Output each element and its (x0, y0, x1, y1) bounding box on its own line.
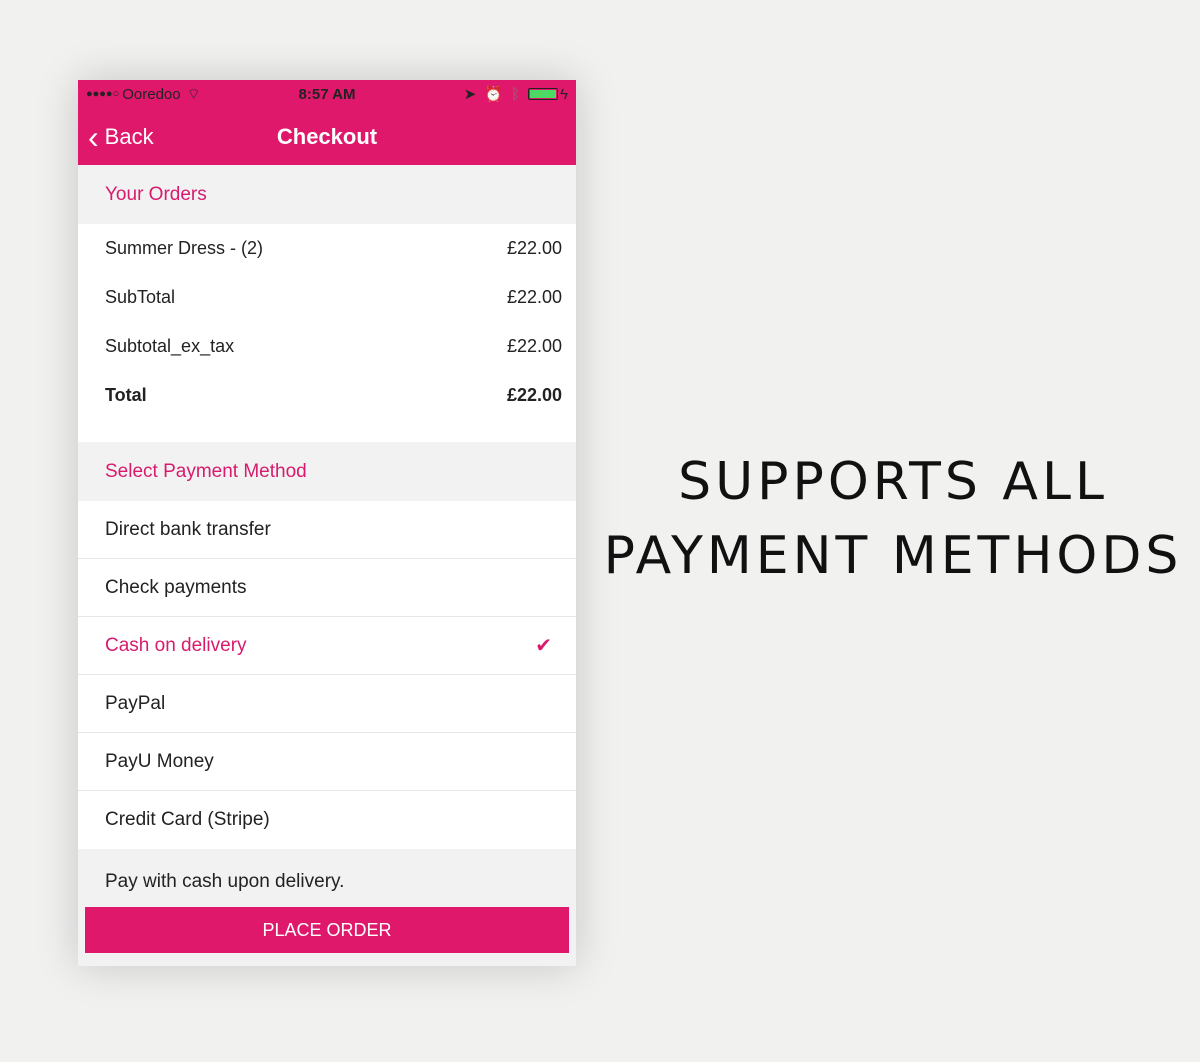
carrier: Ooredoo (122, 85, 181, 103)
bluetooth-icon: ᛒ (511, 85, 521, 103)
checkmark-icon: ✔ (535, 635, 552, 657)
order-row: Subtotal_ex_tax £22.00 (78, 322, 576, 371)
row-value: £22.00 (506, 336, 562, 356)
payment-option-bank-transfer[interactable]: Direct bank transfer (78, 501, 576, 559)
payment-methods: Direct bank transfer Check payments Cash… (78, 501, 576, 849)
tagline-line1: SUPPORTS ALL (678, 452, 1108, 512)
payment-option-stripe[interactable]: Credit Card (Stripe) (78, 791, 576, 849)
chevron-left-icon: ‹ (88, 118, 99, 155)
place-order-button[interactable]: PLACE ORDER (85, 907, 569, 953)
payment-option-cod[interactable]: Cash on delivery ✔ (78, 617, 576, 675)
option-label: Cash on delivery (105, 634, 247, 656)
row-label: SubTotal (105, 287, 176, 307)
charging-icon: ϟ (560, 85, 568, 103)
option-label: Credit Card (Stripe) (105, 809, 270, 830)
payment-header: Select Payment Method (78, 442, 576, 501)
payment-option-paypal[interactable]: PayPal (78, 675, 576, 733)
status-bar: ●●●●○ Ooredoo ⌔ 8:57 AM ➤ ⏰ ᛒ ϟ (78, 80, 576, 108)
orders-header: Your Orders (78, 165, 576, 224)
row-value: £22.00 (506, 238, 562, 258)
back-label: Back (104, 123, 154, 149)
signal-icon: ●●●●○ (86, 88, 120, 100)
alarm-icon: ⏰ (484, 86, 504, 103)
row-label: Total (105, 385, 147, 405)
location-icon: ➤ (463, 86, 477, 103)
option-label: PayPal (105, 692, 166, 714)
battery-icon (528, 88, 559, 100)
option-label: Check payments (105, 576, 247, 598)
wifi-icon: ⌔ (186, 85, 201, 103)
payment-description: Pay with cash upon delivery. (105, 871, 345, 892)
row-value: £22.00 (506, 287, 562, 307)
option-label: Direct bank transfer (105, 518, 271, 540)
nav-bar: ‹ Back Checkout (78, 108, 576, 165)
orders-list: Summer Dress - (2) £22.00 SubTotal £22.00 … (78, 224, 576, 442)
payment-option-check[interactable]: Check payments (78, 559, 576, 617)
row-value: £22.00 (506, 385, 562, 405)
payment-option-payu[interactable]: PayU Money (78, 733, 576, 791)
row-label: Summer Dress - (2) (105, 238, 264, 258)
order-row: Summer Dress - (2) £22.00 (78, 224, 576, 273)
tagline-line2: PAYMENT METHODS (603, 526, 1183, 586)
total-row: Total £22.00 (78, 371, 576, 420)
option-label: PayU Money (105, 750, 214, 772)
phone-screen: ●●●●○ Ooredoo ⌔ 8:57 AM ➤ ⏰ ᛒ ϟ ‹ Back Ch… (78, 80, 576, 966)
order-row: SubTotal £22.00 (78, 273, 576, 322)
back-button[interactable]: ‹ Back (78, 121, 154, 153)
row-label: Subtotal_ex_tax (105, 336, 235, 356)
